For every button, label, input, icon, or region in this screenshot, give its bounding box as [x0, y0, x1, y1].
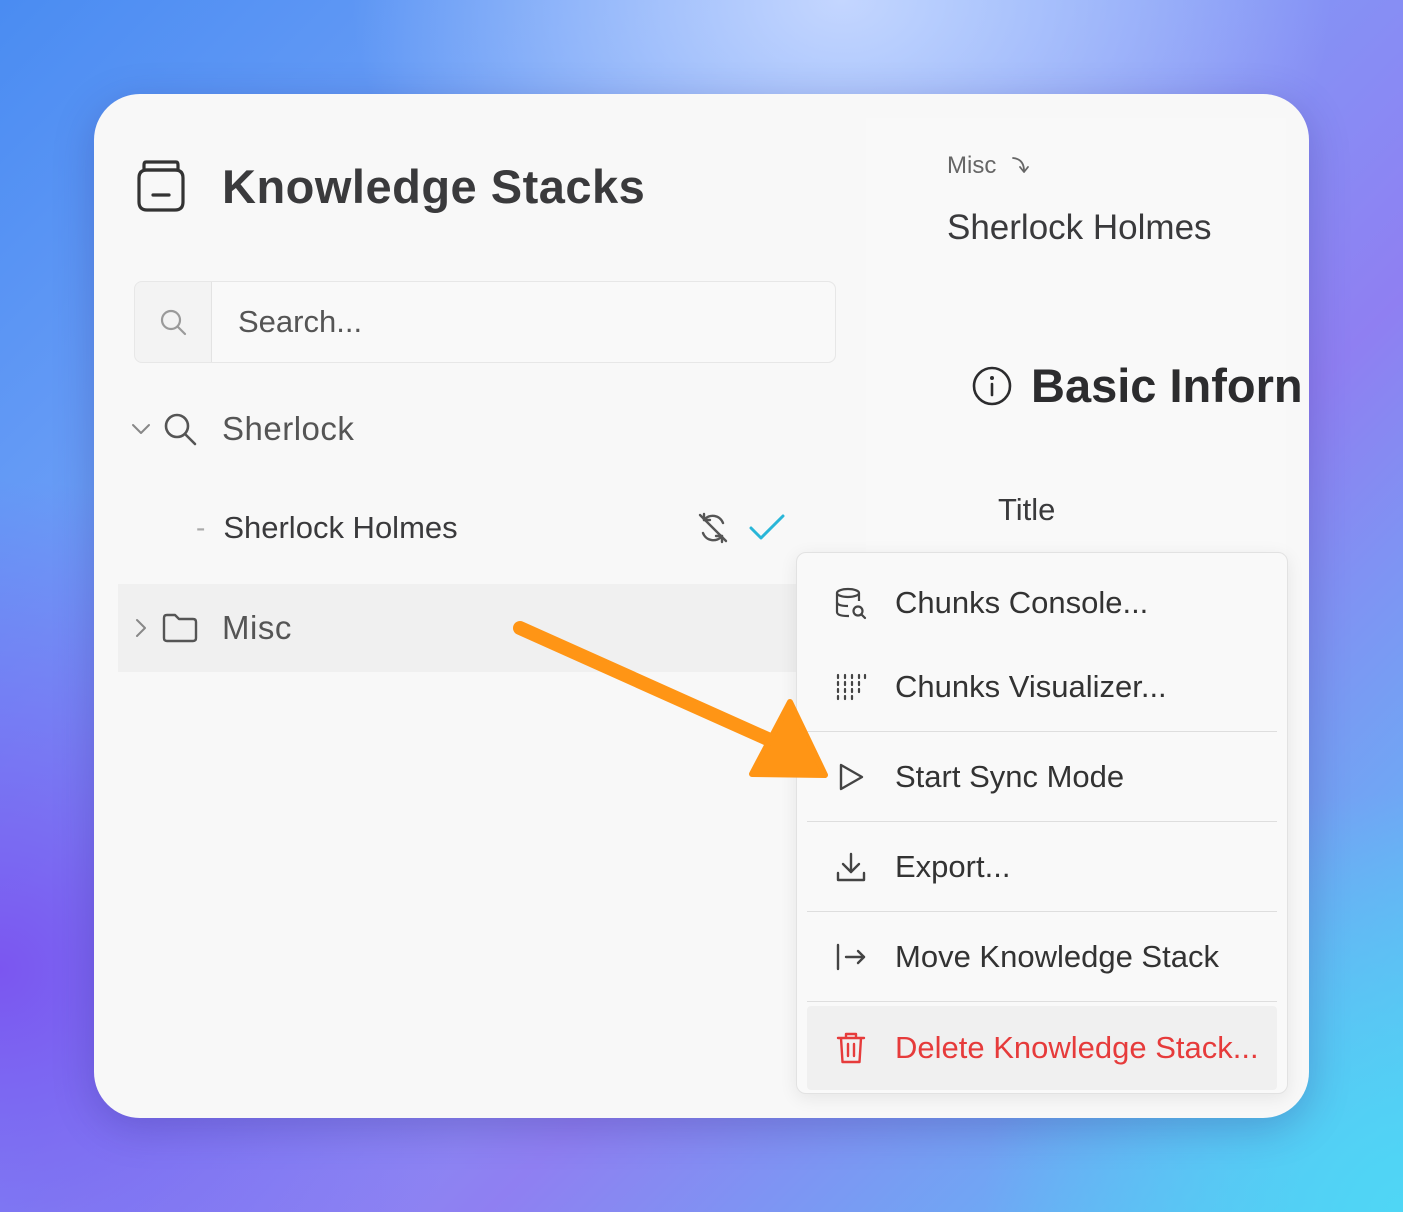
tree-group-sherlock[interactable]: Sherlock [130, 399, 354, 459]
tree-item-label: Sherlock Holmes [223, 510, 458, 545]
tree-item-actions [696, 511, 786, 545]
menu-item-label: Move Knowledge Stack [895, 939, 1219, 974]
trash-icon [831, 1031, 871, 1065]
menu-item-label: Start Sync Mode [895, 759, 1125, 794]
detail-panel: Misc Sherlock Holmes Basic Inforn Title [866, 118, 1303, 618]
chevron-right-icon[interactable] [130, 618, 152, 638]
menu-item-label: Chunks Visualizer... [895, 669, 1167, 704]
app-title: Knowledge Stacks [222, 159, 646, 213]
check-icon [748, 513, 786, 543]
section-header: Basic Inforn [971, 358, 1303, 413]
menu-item-export[interactable]: Export... [807, 825, 1277, 909]
search-icon [135, 282, 212, 362]
curved-arrow-icon [1010, 155, 1030, 177]
app-window: Knowledge Stacks Sherlock [94, 94, 1309, 1118]
tree-dash: - [196, 512, 206, 543]
context-menu: Chunks Console... Chunks Visualizer... S… [796, 552, 1288, 1094]
menu-separator [807, 821, 1277, 822]
field-label-title: Title [998, 492, 1056, 527]
menu-item-label: Delete Knowledge Stack... [895, 1030, 1259, 1065]
tree-group-label: Misc [222, 609, 292, 646]
section-title: Basic Inforn [1031, 359, 1303, 412]
search-input[interactable] [212, 282, 835, 362]
menu-item-start-sync-mode[interactable]: Start Sync Mode [807, 735, 1277, 819]
annotation-arrow-icon [513, 621, 828, 778]
detail-title: Sherlock Holmes [947, 208, 1212, 247]
menu-item-move-knowledge-stack[interactable]: Move Knowledge Stack [807, 915, 1277, 999]
move-arrow-icon [831, 942, 871, 972]
menu-item-chunks-console[interactable]: Chunks Console... [807, 561, 1277, 645]
magnifier-icon [162, 411, 198, 447]
info-icon [971, 365, 1013, 407]
tree-item-sherlock-holmes[interactable]: - Sherlock Holmes [196, 498, 786, 558]
menu-separator [807, 731, 1277, 732]
sidebar: Knowledge Stacks Sherlock [94, 94, 878, 1118]
menu-item-delete-knowledge-stack[interactable]: Delete Knowledge Stack... [807, 1006, 1277, 1090]
chevron-down-icon[interactable] [130, 423, 152, 435]
folder-icon [162, 613, 198, 643]
menu-separator [807, 911, 1277, 912]
breadcrumb[interactable]: Misc [947, 152, 1030, 180]
menu-item-label: Export... [895, 849, 1011, 884]
menu-item-label: Chunks Console... [895, 585, 1149, 620]
download-icon [831, 851, 871, 883]
breadcrumb-label: Misc [947, 152, 997, 179]
tree-group-label: Sherlock [222, 410, 355, 447]
menu-separator [807, 1001, 1277, 1002]
app-header: Knowledge Stacks [134, 156, 645, 216]
stack-jar-icon [137, 160, 185, 212]
sync-off-icon[interactable] [696, 511, 730, 545]
menu-item-chunks-visualizer[interactable]: Chunks Visualizer... [807, 645, 1277, 729]
search-box [134, 281, 836, 363]
